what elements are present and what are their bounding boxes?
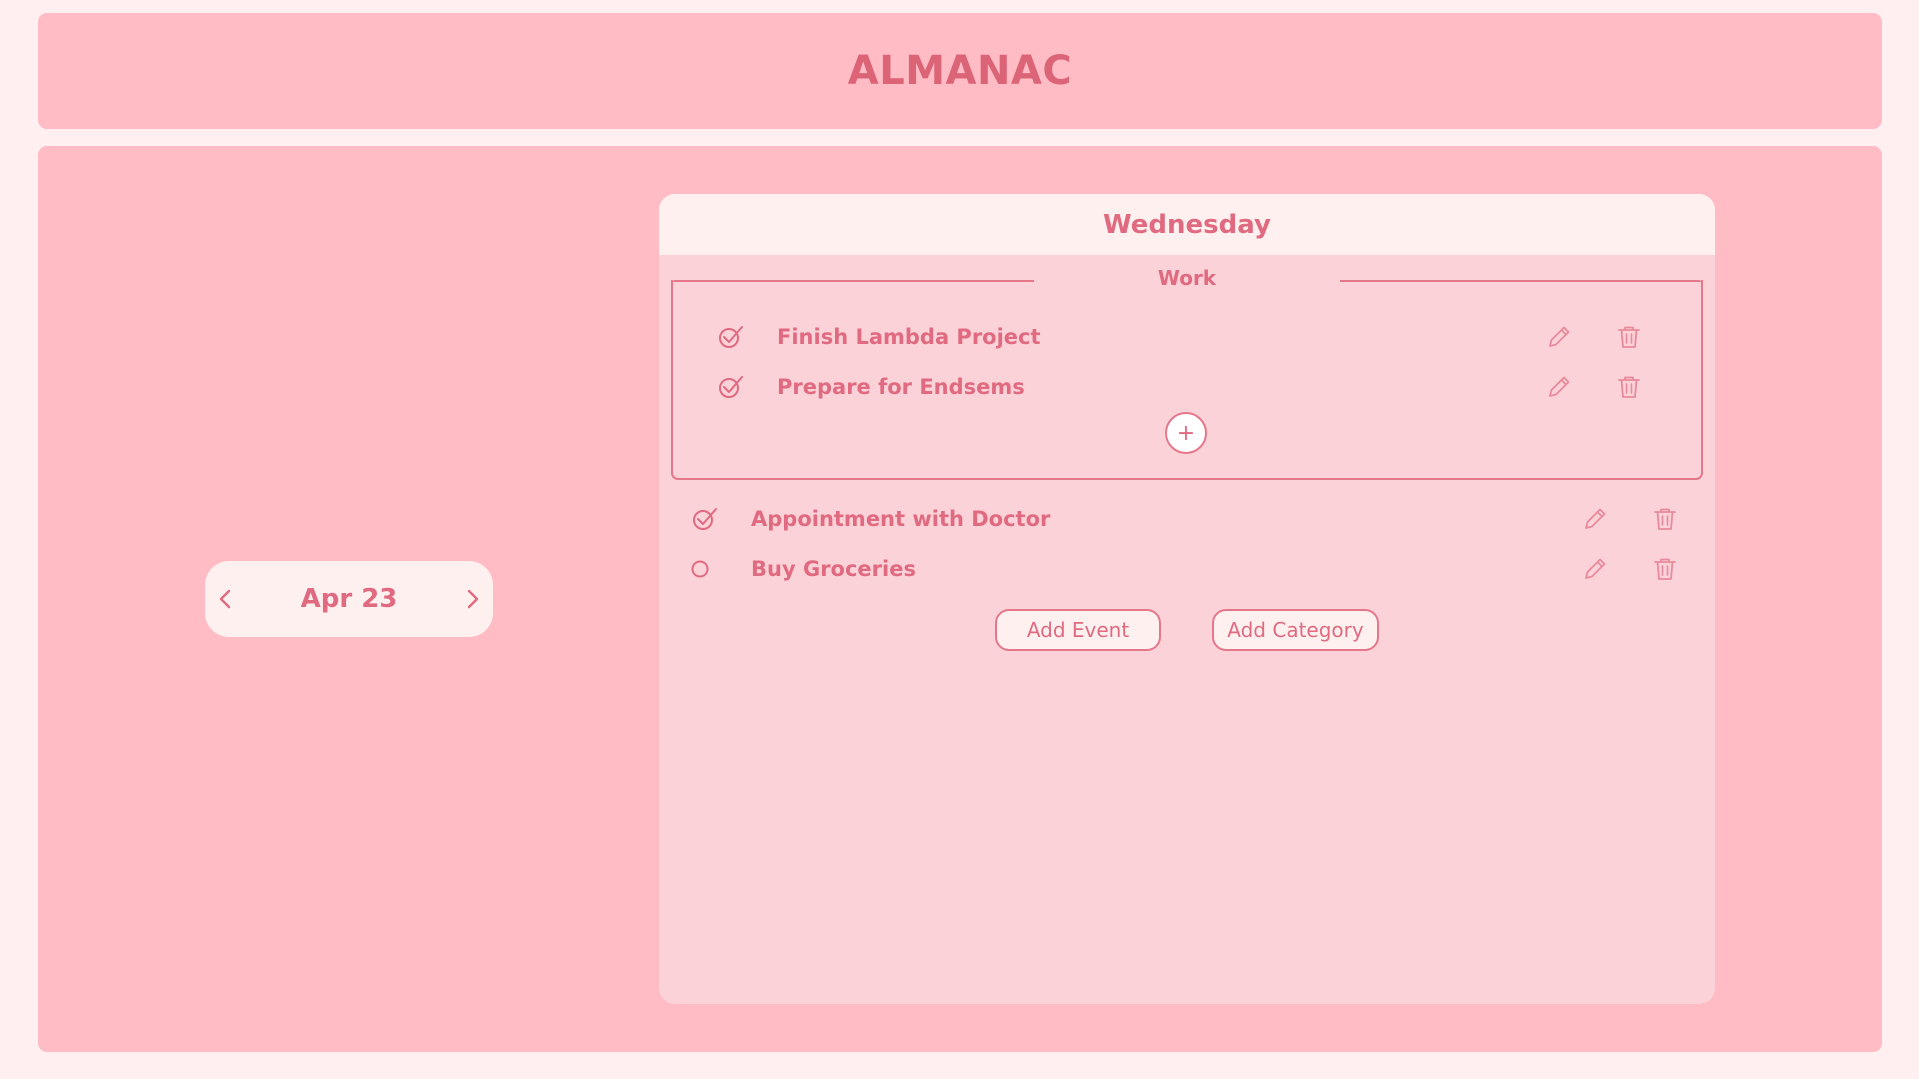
task-actions [1539, 367, 1649, 407]
pencil-icon [1549, 376, 1570, 397]
event-actions [1575, 549, 1685, 589]
event-label: Buy Groceries [751, 557, 916, 581]
category-task: Finish Lambda Project [711, 317, 1649, 357]
trash-icon [1654, 558, 1676, 580]
add-task-button[interactable]: + [1165, 412, 1207, 454]
check-circle-icon [719, 376, 743, 398]
add-event-button[interactable]: Add Event [995, 609, 1161, 651]
add-category-button[interactable]: Add Category [1212, 609, 1379, 651]
day-panel: Wednesday Work Finish Lambda Project Pre… [659, 194, 1715, 1004]
chevron-right-icon [467, 589, 479, 609]
event-label: Appointment with Doctor [751, 507, 1051, 531]
check-circle-icon [719, 326, 743, 348]
category-task: Prepare for Endsems [711, 367, 1649, 407]
pencil-icon [1585, 508, 1606, 529]
edit-event-button[interactable] [1575, 549, 1615, 589]
event-actions [1575, 499, 1685, 539]
event-complete-toggle[interactable] [685, 499, 725, 539]
prev-date-button[interactable] [205, 561, 245, 637]
delete-event-button[interactable] [1645, 499, 1685, 539]
app-title: ALMANAC [847, 48, 1073, 94]
task-label: Finish Lambda Project [777, 325, 1041, 349]
edit-task-button[interactable] [1539, 317, 1579, 357]
pencil-icon [1549, 326, 1570, 347]
date-navigator: Apr 23 [205, 561, 493, 637]
main-area: Apr 23 Wednesday Work Finish Lambda Proj… [38, 146, 1882, 1052]
day-header: Wednesday [659, 194, 1715, 255]
chevron-left-icon [219, 589, 231, 609]
event-row: Appointment with Doctor [685, 499, 1685, 539]
trash-icon [1654, 508, 1676, 530]
plus-icon: + [1176, 420, 1196, 446]
task-actions [1539, 317, 1649, 357]
day-title: Wednesday [1103, 209, 1271, 240]
delete-task-button[interactable] [1609, 317, 1649, 357]
event-row: Buy Groceries [685, 549, 1685, 589]
task-complete-toggle[interactable] [711, 317, 751, 357]
check-circle-icon [693, 508, 717, 530]
edit-task-button[interactable] [1539, 367, 1579, 407]
delete-task-button[interactable] [1609, 367, 1649, 407]
event-complete-toggle[interactable] [685, 549, 725, 589]
category-group: Work Finish Lambda Project Prepare for E… [671, 266, 1703, 480]
empty-circle-icon [691, 560, 709, 578]
next-date-button[interactable] [453, 561, 493, 637]
delete-event-button[interactable] [1645, 549, 1685, 589]
category-title: Work [1157, 266, 1217, 290]
trash-icon [1618, 326, 1640, 348]
pencil-icon [1585, 558, 1606, 579]
edit-event-button[interactable] [1575, 499, 1615, 539]
task-complete-toggle[interactable] [711, 367, 751, 407]
trash-icon [1618, 376, 1640, 398]
task-label: Prepare for Endsems [777, 375, 1025, 399]
app-header: ALMANAC [38, 13, 1882, 129]
current-date-label: Apr 23 [300, 584, 398, 614]
